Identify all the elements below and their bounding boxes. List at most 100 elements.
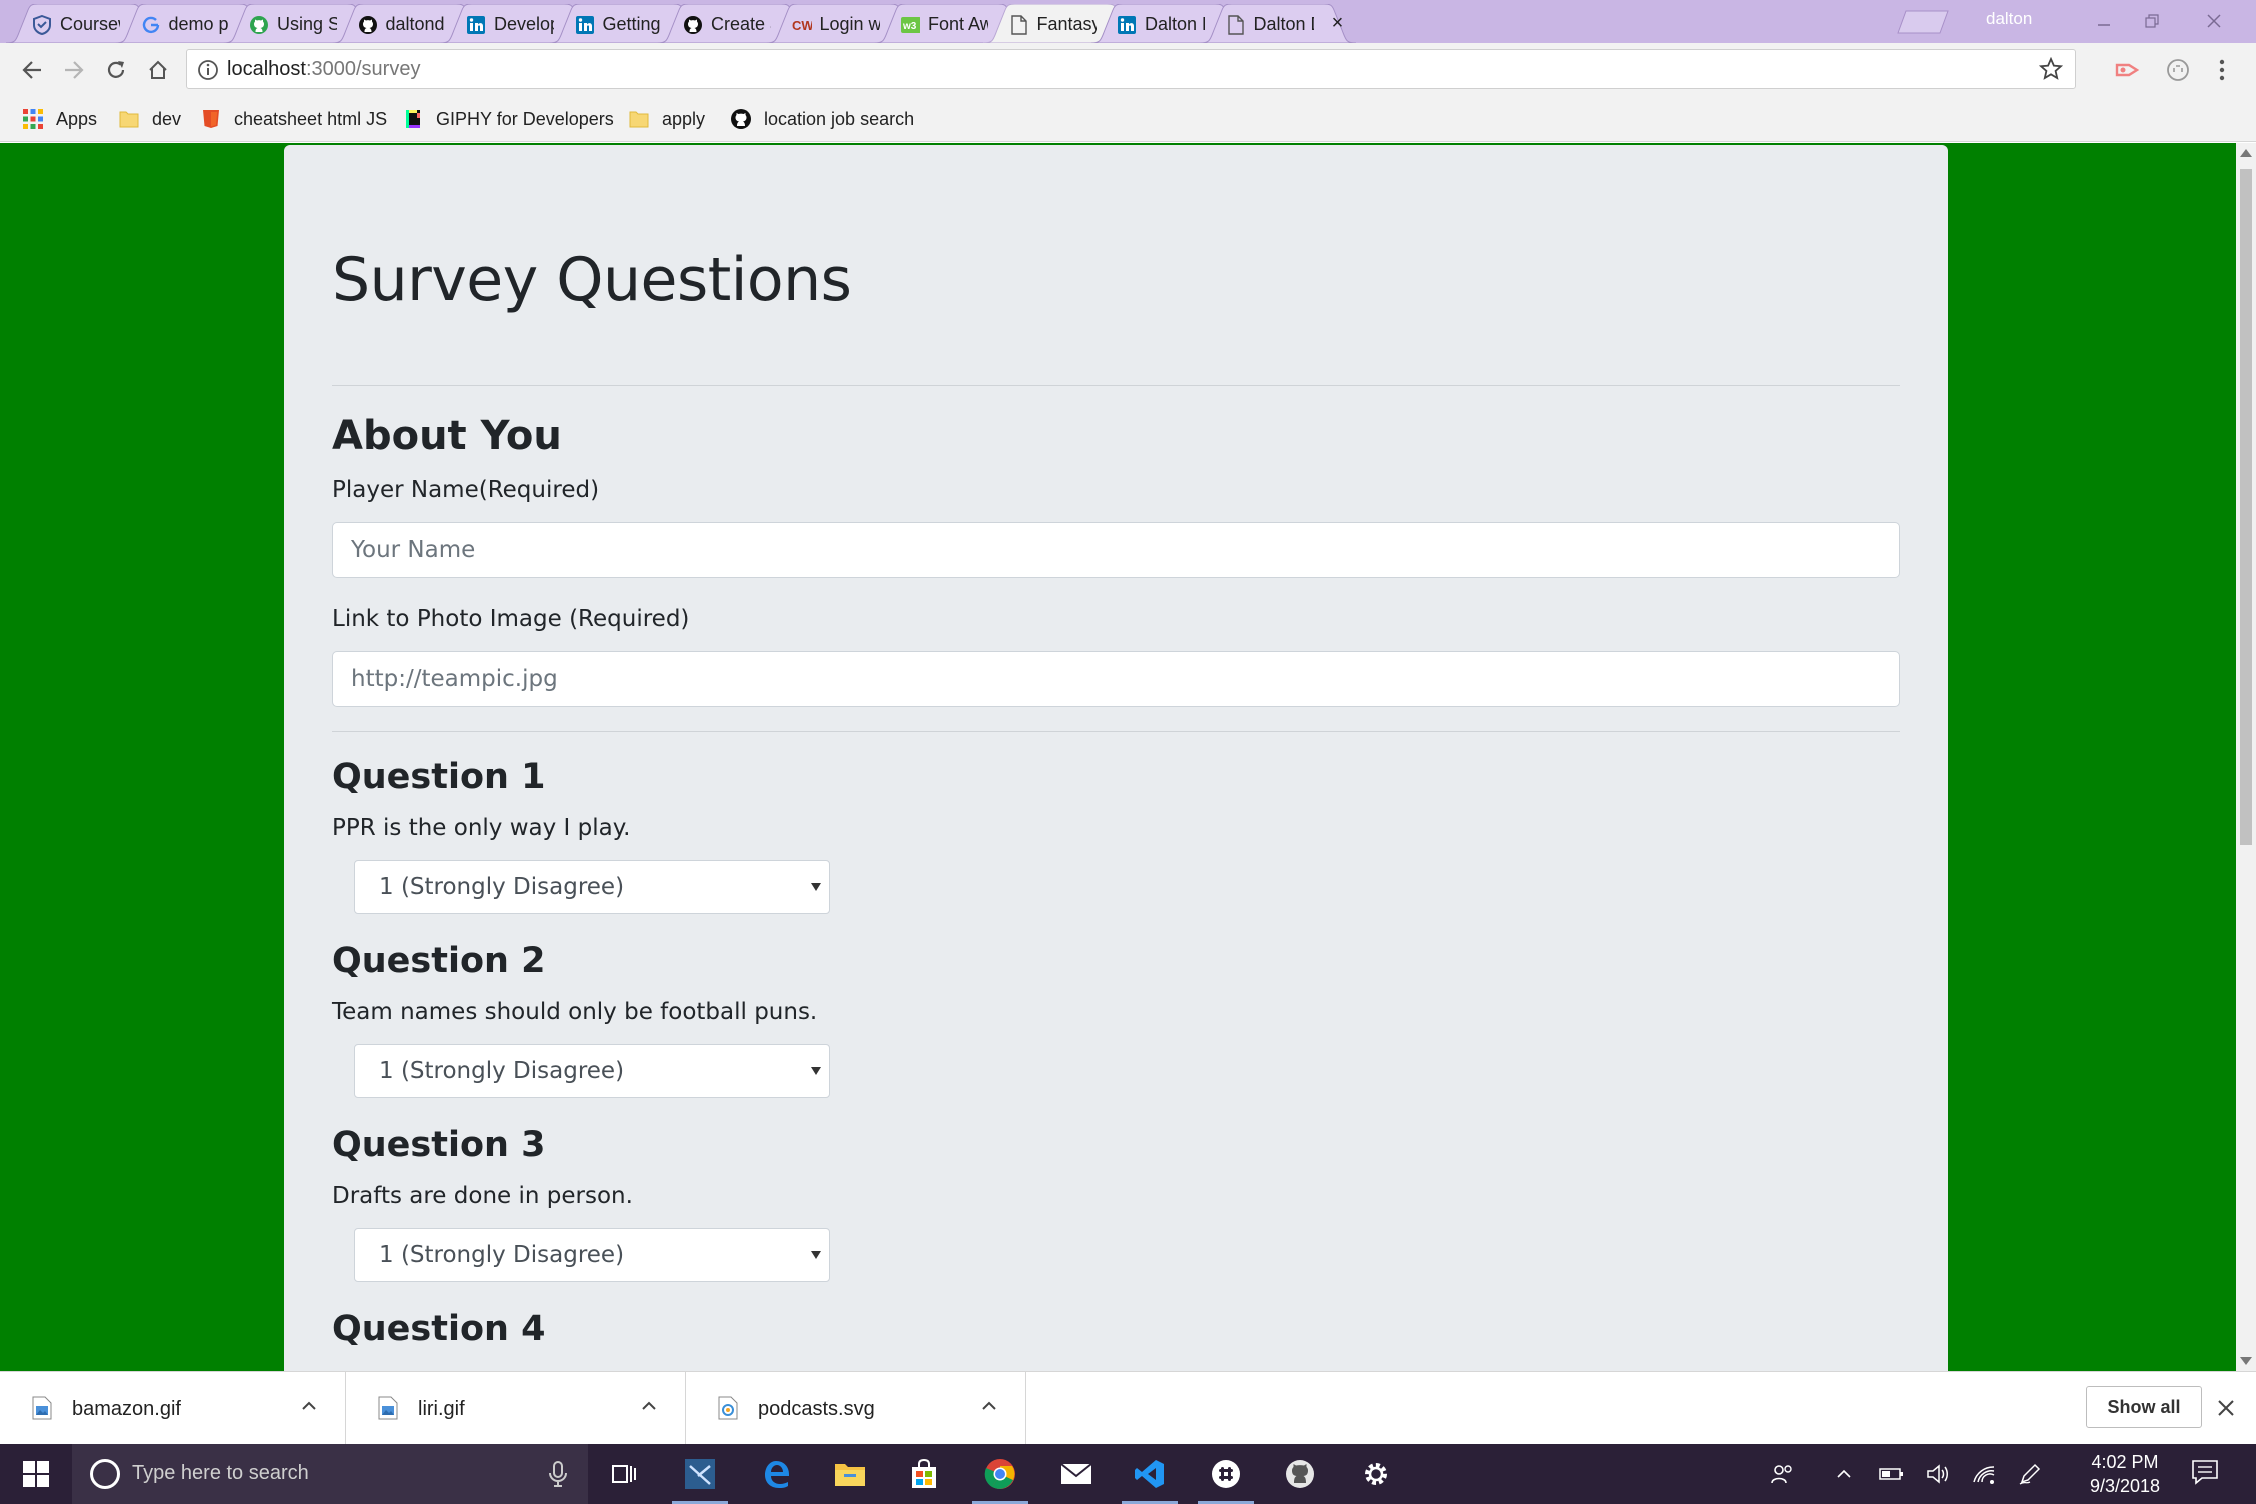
tab-title: daltond: [385, 14, 445, 34]
forward-icon[interactable]: [58, 54, 90, 86]
slack-icon[interactable]: [1190, 1444, 1262, 1504]
menu-kebab-icon[interactable]: [2206, 54, 2238, 86]
tab-title: demo pi: [168, 14, 229, 34]
page-title: Survey Questions: [332, 245, 852, 315]
caret-down-icon: [811, 1067, 821, 1075]
pen-icon[interactable]: [2016, 1460, 2044, 1488]
github-icon: [358, 15, 378, 35]
linkedin-icon: [466, 15, 486, 35]
bookmark-location-job-search[interactable]: location job search: [730, 107, 914, 131]
extension-circle-icon[interactable]: [2162, 54, 2194, 86]
bookmark-dev[interactable]: dev: [118, 107, 181, 131]
microphone-icon[interactable]: [546, 1460, 570, 1488]
tab-title: Dalton D: [1145, 14, 1205, 34]
volume-icon[interactable]: [1924, 1460, 1952, 1488]
select-value: 1 (Strongly Disagree): [379, 1242, 625, 1268]
download-filename: bamazon.gif: [72, 1398, 181, 1420]
apps-grid-icon: [22, 108, 44, 130]
tab-title: Getting: [602, 14, 661, 34]
address-bar[interactable]: localhost:3000/survey: [186, 49, 2076, 89]
file-explorer-icon[interactable]: [814, 1444, 886, 1504]
tab-title: Dalton D: [1253, 14, 1314, 34]
bookmark-apply[interactable]: apply: [628, 107, 705, 131]
tab-title: Using SC: [277, 14, 337, 34]
question-4-heading: Question 4: [332, 1309, 546, 1349]
bookmark-label: dev: [152, 108, 182, 129]
battery-icon[interactable]: [1878, 1460, 1906, 1488]
bookmark-apps[interactable]: Apps: [22, 107, 97, 131]
url-text[interactable]: localhost:3000/survey: [227, 58, 420, 81]
home-icon[interactable]: [142, 54, 174, 86]
close-icon[interactable]: [2214, 1396, 2238, 1420]
close-tab-icon[interactable]: ×: [1328, 13, 1348, 33]
scrollbar-thumb[interactable]: [2240, 169, 2252, 845]
url-path: :3000/survey: [305, 58, 421, 80]
edge-icon[interactable]: [740, 1444, 812, 1504]
task-view-icon[interactable]: [588, 1444, 660, 1504]
chevron-up-icon[interactable]: [639, 1396, 659, 1416]
codewars-icon: CW: [792, 15, 812, 35]
extension-icon[interactable]: [2112, 54, 2144, 86]
chevron-up-icon[interactable]: [299, 1396, 319, 1416]
scroll-down-icon[interactable]: [2240, 1357, 2252, 1365]
svg-file-icon: [718, 1396, 738, 1420]
divider: [332, 385, 1900, 386]
settings-gear-icon[interactable]: [1340, 1444, 1412, 1504]
bookmark-cheatsheet[interactable]: cheatsheet html JS: [200, 107, 387, 131]
chevron-up-icon[interactable]: [1830, 1460, 1858, 1488]
windows-taskbar: Type here to search 4:02 PM 9/3/2018: [0, 1444, 2256, 1504]
system-clock[interactable]: 4:02 PM 9/3/2018: [2070, 1450, 2180, 1498]
github-icon: [683, 15, 703, 35]
tab-title: Font Aw: [928, 14, 988, 34]
taskbar-search-placeholder: Type here to search: [132, 1462, 309, 1484]
profile-name[interactable]: dalton: [1986, 9, 2032, 29]
question-1-text: PPR is the only way I play.: [332, 815, 631, 841]
mail-icon[interactable]: [1040, 1444, 1112, 1504]
info-icon[interactable]: [197, 59, 219, 81]
player-name-input[interactable]: [332, 522, 1900, 578]
github-desktop-icon[interactable]: [1264, 1444, 1336, 1504]
notifications-icon[interactable]: [2190, 1458, 2224, 1490]
close-window-icon[interactable]: [2194, 8, 2234, 34]
scroll-up-icon[interactable]: [2240, 149, 2252, 157]
page-scrollbar[interactable]: [2236, 143, 2256, 1371]
download-item[interactable]: liri.gif: [346, 1372, 686, 1445]
photo-link-input[interactable]: [332, 651, 1900, 707]
bookmark-label: GIPHY for Developers: [436, 108, 614, 129]
vs-code-icon[interactable]: [1114, 1444, 1186, 1504]
chevron-up-icon[interactable]: [979, 1396, 999, 1416]
folder-icon: [118, 108, 140, 130]
reload-icon[interactable]: [100, 54, 132, 86]
page-viewport: Survey Questions About You Player Name(R…: [0, 143, 2236, 1371]
question-2-select[interactable]: 1 (Strongly Disagree): [354, 1044, 830, 1098]
store-icon[interactable]: [888, 1444, 960, 1504]
vs-code-dark-icon[interactable]: [664, 1444, 736, 1504]
restore-icon[interactable]: [2132, 8, 2172, 34]
tab-title: Login wi: [819, 14, 880, 34]
fontawesome-icon: w3: [900, 15, 920, 35]
question-1-select[interactable]: 1 (Strongly Disagree): [354, 860, 830, 914]
browser-tab-strip: Coursew×demo pi×Using SC×daltond×Develop…: [0, 0, 2256, 43]
wifi-icon[interactable]: [1970, 1460, 1998, 1488]
about-you-heading: About You: [332, 413, 562, 459]
browser-toolbar: localhost:3000/survey: [0, 43, 2256, 97]
url-host: localhost: [227, 58, 306, 80]
cortana-icon[interactable]: [90, 1459, 120, 1489]
clock-date: 9/3/2018: [2089, 1476, 2161, 1496]
bookmark-star-icon[interactable]: [2038, 56, 2064, 81]
back-icon[interactable]: [16, 54, 48, 86]
taskbar-search-box[interactable]: Type here to search: [72, 1444, 588, 1504]
windows-start-icon[interactable]: [0, 1444, 72, 1504]
bookmark-giphy[interactable]: GIPHY for Developers: [402, 107, 614, 131]
minimize-icon[interactable]: [2084, 8, 2124, 34]
download-item[interactable]: podcasts.svg: [686, 1372, 1026, 1445]
show-all-button[interactable]: Show all: [2086, 1386, 2202, 1428]
question-3-select[interactable]: 1 (Strongly Disagree): [354, 1228, 830, 1282]
tab[interactable]: Dalton D ×: [1199, 4, 1356, 43]
people-icon[interactable]: [1768, 1460, 1796, 1488]
new-tab-button[interactable]: [1896, 10, 1950, 34]
chrome-icon[interactable]: [964, 1444, 1036, 1504]
download-item[interactable]: bamazon.gif: [0, 1372, 346, 1445]
question-3-heading: Question 3: [332, 1125, 546, 1165]
shield-icon: [32, 15, 52, 35]
